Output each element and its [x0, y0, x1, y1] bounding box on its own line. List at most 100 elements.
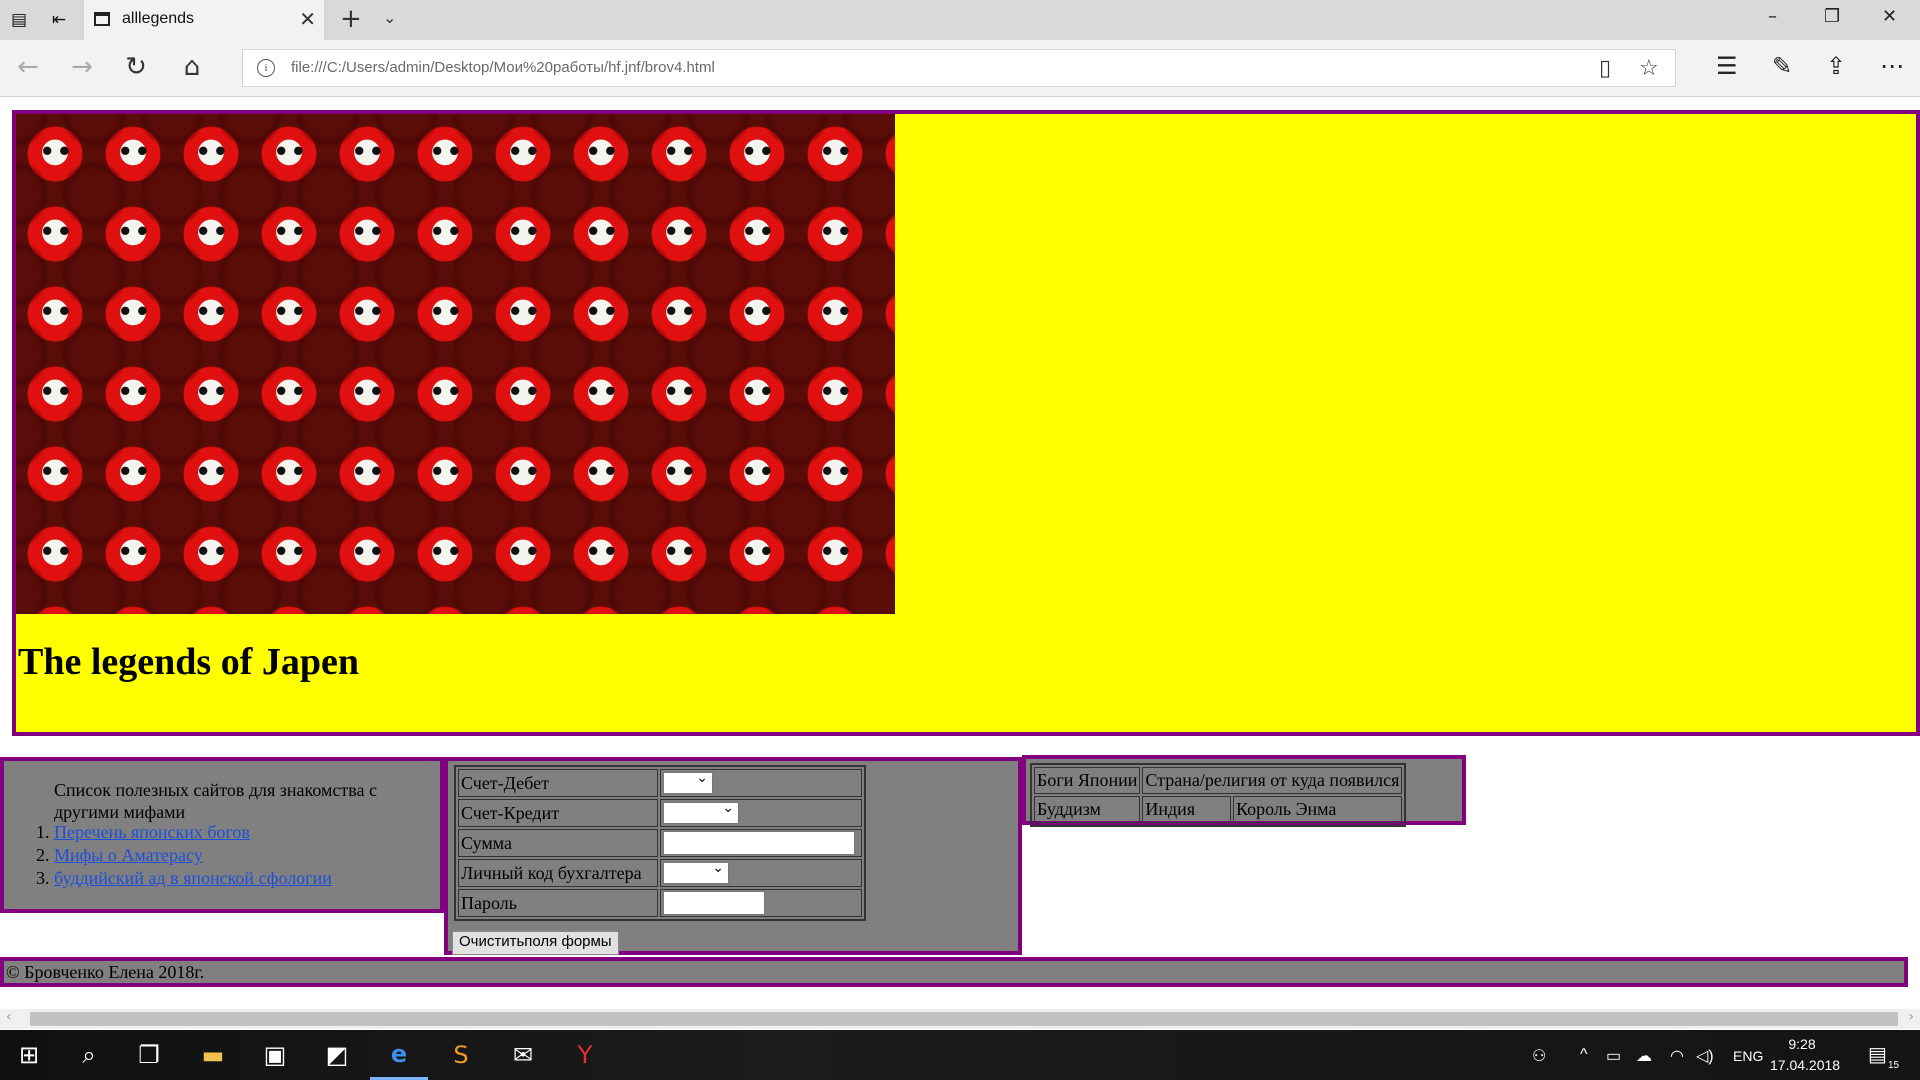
- windows-taskbar: ⊞ ⌕ ❐ ▬ ▣ ◩ e S ✉ Y ⚇ ^ ▭ ☁ ◠ ◁) ENG 9:2…: [0, 1030, 1920, 1080]
- scrollbar-thumb[interactable]: [30, 1012, 1898, 1026]
- chevron-down-icon[interactable]: ⌄: [383, 8, 396, 27]
- table-row: Сумма: [458, 829, 862, 857]
- table-header-cell: Страна/религия от куда появился: [1142, 767, 1403, 794]
- address-bar: ← → ↻ ⌂ i file:///C:/Users/admin/Desktop…: [0, 40, 1920, 97]
- forward-icon[interactable]: →: [66, 52, 98, 82]
- new-tab-icon[interactable]: +: [340, 4, 362, 34]
- page-icon: [94, 12, 110, 26]
- gods-table: Боги Японии Страна/религия от куда появи…: [1030, 763, 1407, 827]
- restore-icon[interactable]: ❐: [1824, 6, 1840, 27]
- tab-title: alllegends: [122, 10, 195, 27]
- home-icon[interactable]: ⌂: [176, 52, 208, 82]
- onedrive-icon[interactable]: ☁: [1636, 1046, 1652, 1066]
- credit-select[interactable]: ⌄: [663, 800, 739, 825]
- page-footer: © Бровченко Елена 2018г.: [0, 957, 1908, 987]
- table-cell: Буддизм: [1034, 796, 1141, 823]
- password-input[interactable]: [663, 891, 765, 915]
- debit-label: Счет-Дебет: [458, 769, 658, 797]
- chevron-down-icon: ⌄: [722, 800, 734, 817]
- yandex-browser-icon[interactable]: Y: [556, 1030, 614, 1080]
- table-cell: Король Энма: [1233, 796, 1403, 823]
- link-buddhist-hell[interactable]: буддийский ад в японской сфологии: [54, 868, 332, 888]
- reading-view-icon[interactable]: ▯: [1599, 56, 1611, 81]
- amount-input[interactable]: [663, 831, 855, 855]
- table-row: Пароль: [458, 889, 862, 917]
- gods-panel: Боги Японии Страна/религия от куда появи…: [1022, 755, 1466, 827]
- page-viewport: The legends of Japen Список полезных сай…: [0, 97, 1920, 1009]
- back-icon[interactable]: ←: [12, 52, 44, 82]
- edge-icon[interactable]: e: [370, 1030, 428, 1080]
- link-japanese-gods[interactable]: Перечень японских богов: [54, 822, 250, 842]
- close-tab-icon[interactable]: ✕: [299, 7, 316, 31]
- task-view-icon[interactable]: ❐: [120, 1030, 178, 1080]
- more-menu-icon[interactable]: ⋯: [1880, 52, 1904, 80]
- web-note-icon[interactable]: ✎: [1772, 52, 1792, 80]
- chevron-down-icon: ⌄: [696, 770, 708, 787]
- show-hidden-icons-icon[interactable]: ^: [1580, 1046, 1588, 1064]
- minimize-icon[interactable]: –: [1768, 6, 1777, 27]
- mail-icon[interactable]: ✉: [494, 1030, 552, 1080]
- share-icon[interactable]: ⇪: [1826, 52, 1846, 80]
- tab-manager-icon[interactable]: ▤: [8, 9, 30, 31]
- links-list: Перечень японских богов Мифы о Аматерасу…: [24, 821, 332, 890]
- page-title: The legends of Japen: [18, 641, 359, 683]
- debit-select[interactable]: ⌄: [663, 770, 713, 795]
- notification-count: 15: [1888, 1060, 1900, 1071]
- people-icon[interactable]: ⚇: [1532, 1046, 1546, 1066]
- amount-label: Сумма: [458, 829, 658, 857]
- accounting-form: Счет-Дебет ⌄ Счет-Кредит ⌄ Сумма Личный …: [444, 757, 1022, 955]
- wifi-icon[interactable]: ◠: [1670, 1046, 1684, 1066]
- sticky-notes-icon[interactable]: ◩: [308, 1030, 366, 1080]
- chevron-down-icon: ⌄: [712, 860, 724, 877]
- form-cell: ⌄: [660, 769, 862, 797]
- list-item: Мифы о Аматерасу: [54, 844, 332, 867]
- store-icon[interactable]: ▣: [246, 1030, 304, 1080]
- info-icon[interactable]: i: [257, 59, 275, 77]
- list-item: Перечень японских богов: [54, 821, 332, 844]
- clock-time: 9:28: [1788, 1036, 1816, 1052]
- daruma-dolls-image: [16, 114, 895, 614]
- action-center-icon[interactable]: ▤: [1868, 1042, 1887, 1067]
- sublime-text-icon[interactable]: S: [432, 1030, 490, 1080]
- close-window-icon[interactable]: ✕: [1882, 6, 1897, 27]
- table-row: Счет-Дебет ⌄: [458, 769, 862, 797]
- form-cell: [660, 829, 862, 857]
- set-aside-tabs-icon[interactable]: ⇤: [48, 9, 70, 31]
- tab-bar: ▤ ⇤ alllegends ✕ + ⌄ – ❐ ✕: [0, 0, 1920, 40]
- form-cell: [660, 889, 862, 917]
- password-label: Пароль: [458, 889, 658, 917]
- table-header-cell: Боги Японии: [1034, 767, 1141, 794]
- search-icon[interactable]: ⌕: [60, 1030, 118, 1080]
- table-row: Боги Японии Страна/религия от куда появи…: [1034, 767, 1403, 794]
- form-cell: ⌄: [660, 859, 862, 887]
- url-text: file:///C:/Users/admin/Desktop/Мои%20раб…: [291, 59, 715, 76]
- credit-label: Счет-Кредит: [458, 799, 658, 827]
- url-field[interactable]: i file:///C:/Users/admin/Desktop/Мои%20р…: [242, 49, 1676, 87]
- links-sidebar: Список полезных сайтов для знакомства с …: [0, 757, 444, 913]
- favorites-hub-icon[interactable]: ☰: [1716, 52, 1738, 80]
- browser-tab[interactable]: alllegends ✕: [84, 0, 324, 40]
- sidebar-caption: Список полезных сайтов для знакомства с …: [54, 780, 378, 822]
- horizontal-scrollbar[interactable]: ‹ ›: [0, 1009, 1920, 1029]
- start-icon[interactable]: ⊞: [0, 1030, 58, 1080]
- reset-form-button[interactable]: Очиститьполя формы: [452, 931, 619, 955]
- system-clock[interactable]: 9:28 17.04.2018: [1770, 1034, 1841, 1076]
- form-cell: ⌄: [660, 799, 862, 827]
- link-amaterasu[interactable]: Мифы о Аматерасу: [54, 845, 203, 865]
- form-table: Счет-Дебет ⌄ Счет-Кредит ⌄ Сумма Личный …: [454, 765, 866, 921]
- accountant-code-label: Личный код бухгалтера: [458, 859, 658, 887]
- clock-date: 17.04.2018: [1770, 1057, 1841, 1073]
- language-indicator[interactable]: ENG: [1733, 1048, 1763, 1064]
- volume-icon[interactable]: ◁): [1696, 1046, 1714, 1066]
- accountant-code-select[interactable]: ⌄: [663, 860, 729, 885]
- table-row: Счет-Кредит ⌄: [458, 799, 862, 827]
- scroll-right-icon[interactable]: ›: [1908, 1009, 1914, 1025]
- battery-icon[interactable]: ▭: [1606, 1046, 1621, 1066]
- header-banner: The legends of Japen: [12, 110, 1920, 736]
- scroll-left-icon[interactable]: ‹: [6, 1009, 12, 1025]
- table-row: Буддизм Индия Король Энма: [1034, 796, 1403, 823]
- favorite-star-icon[interactable]: ☆: [1639, 56, 1659, 81]
- table-row: Личный код бухгалтера ⌄: [458, 859, 862, 887]
- file-explorer-icon[interactable]: ▬: [184, 1030, 242, 1080]
- refresh-icon[interactable]: ↻: [120, 52, 152, 82]
